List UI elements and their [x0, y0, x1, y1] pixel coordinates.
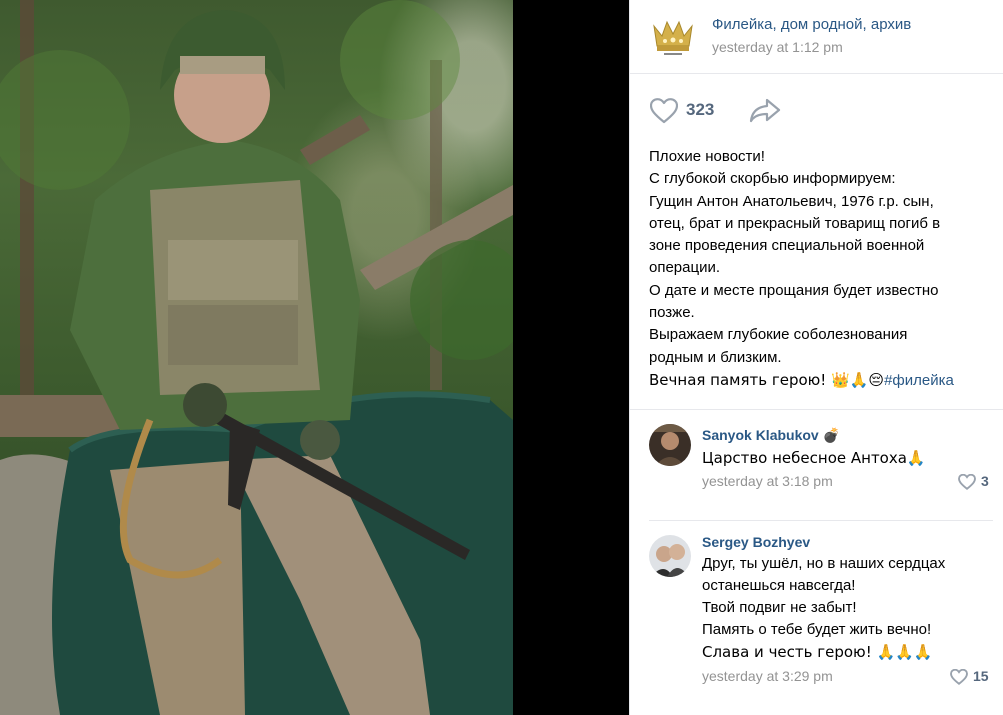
comment-like-button[interactable]: 3: [958, 473, 998, 491]
comment-like-count: 15: [973, 668, 989, 684]
post-text-last-line-content: Вечная память герою! 👑🙏😔: [649, 370, 885, 389]
comment-timestamp[interactable]: yesterday at 3:18 pm: [702, 473, 833, 489]
photo-area[interactable]: [0, 0, 629, 715]
post-timestamp[interactable]: yesterday at 1:12 pm: [712, 39, 843, 55]
avatar[interactable]: [649, 535, 691, 577]
bomb-icon: 💣: [822, 428, 841, 444]
post-panel: Филейка, дом родной, архив yesterday at …: [629, 0, 1003, 715]
heart-icon: [958, 474, 976, 490]
comment-item: Sergey Bozhyev Друг, ты ушёл, но в наших…: [630, 521, 1003, 715]
post-actions: 323: [630, 74, 1003, 146]
post-text-line: зоне проведения специальной военной: [649, 237, 925, 255]
post-text: Плохие новости! С глубокой скорбью инфор…: [649, 146, 989, 392]
comment-text-line: Царство небесное Антоха🙏: [702, 449, 926, 467]
post-text-line: Выражаем глубокие соболезнования: [649, 326, 908, 344]
comment-text: Друг, ты ушёл, но в наших сердцах остане…: [702, 553, 945, 663]
comment-text-line: Друг, ты ушёл, но в наших сердцах: [702, 555, 946, 572]
comment-text-line: Слава и честь герою! 🙏🙏🙏: [702, 643, 933, 661]
post-text-line: С глубокой скорбью информируем:: [649, 170, 896, 188]
hashtag-link[interactable]: #филейка: [884, 372, 954, 389]
heart-icon: [650, 98, 678, 124]
comment-text-line: останешься навсегда!: [702, 577, 856, 594]
share-arrow-icon[interactable]: [749, 98, 781, 124]
like-count: 323: [686, 100, 715, 119]
comment-timestamp[interactable]: yesterday at 3:29 pm: [702, 668, 833, 684]
comment-author-name: Sanyok Klabukov: [702, 427, 819, 443]
group-name-link[interactable]: Филейка, дом родной, архив: [712, 16, 911, 33]
like-button[interactable]: 323: [650, 98, 730, 124]
avatar[interactable]: [649, 424, 691, 466]
comment-like-button[interactable]: 15: [950, 668, 990, 686]
comment-text: Царство небесное Антоха🙏: [702, 447, 926, 469]
post-text-line: родным и близким.: [649, 348, 782, 366]
heart-icon: [950, 669, 968, 685]
post-text-line: отец, брат и прекрасный товарищ погиб в: [649, 214, 941, 232]
photo-viewer: Филейка, дом родной, архив yesterday at …: [0, 0, 1003, 715]
post-header: Филейка, дом родной, архив yesterday at …: [630, 0, 1003, 74]
post-photo[interactable]: [0, 0, 513, 715]
post-text-last-line: Вечная память герою! 👑🙏😔#филейка: [649, 369, 989, 392]
comment-author-link[interactable]: Sergey Bozhyev: [702, 534, 810, 550]
comment-author-link[interactable]: Sanyok Klabukov 💣: [702, 427, 840, 444]
post-text-line: Гущин Антон Анатольевич, 1976 г.р. сын,: [649, 192, 934, 210]
post-text-line: операции.: [649, 259, 721, 277]
comment-text-line: Память о тебе будет жить вечно!: [702, 621, 932, 638]
comment-item: Sanyok Klabukov 💣 Царство небесное Антох…: [630, 410, 1003, 520]
post-text-line: Плохие новости!: [649, 148, 765, 165]
photo-illustration: [0, 0, 513, 715]
post-text-line: О дате и месте прощания будет известно: [649, 281, 939, 299]
crown-icon[interactable]: [650, 12, 696, 58]
post-text-line: позже.: [649, 304, 695, 322]
comment-text-line: Твой подвиг не забыт!: [702, 599, 857, 616]
comment-like-count: 3: [981, 473, 989, 489]
